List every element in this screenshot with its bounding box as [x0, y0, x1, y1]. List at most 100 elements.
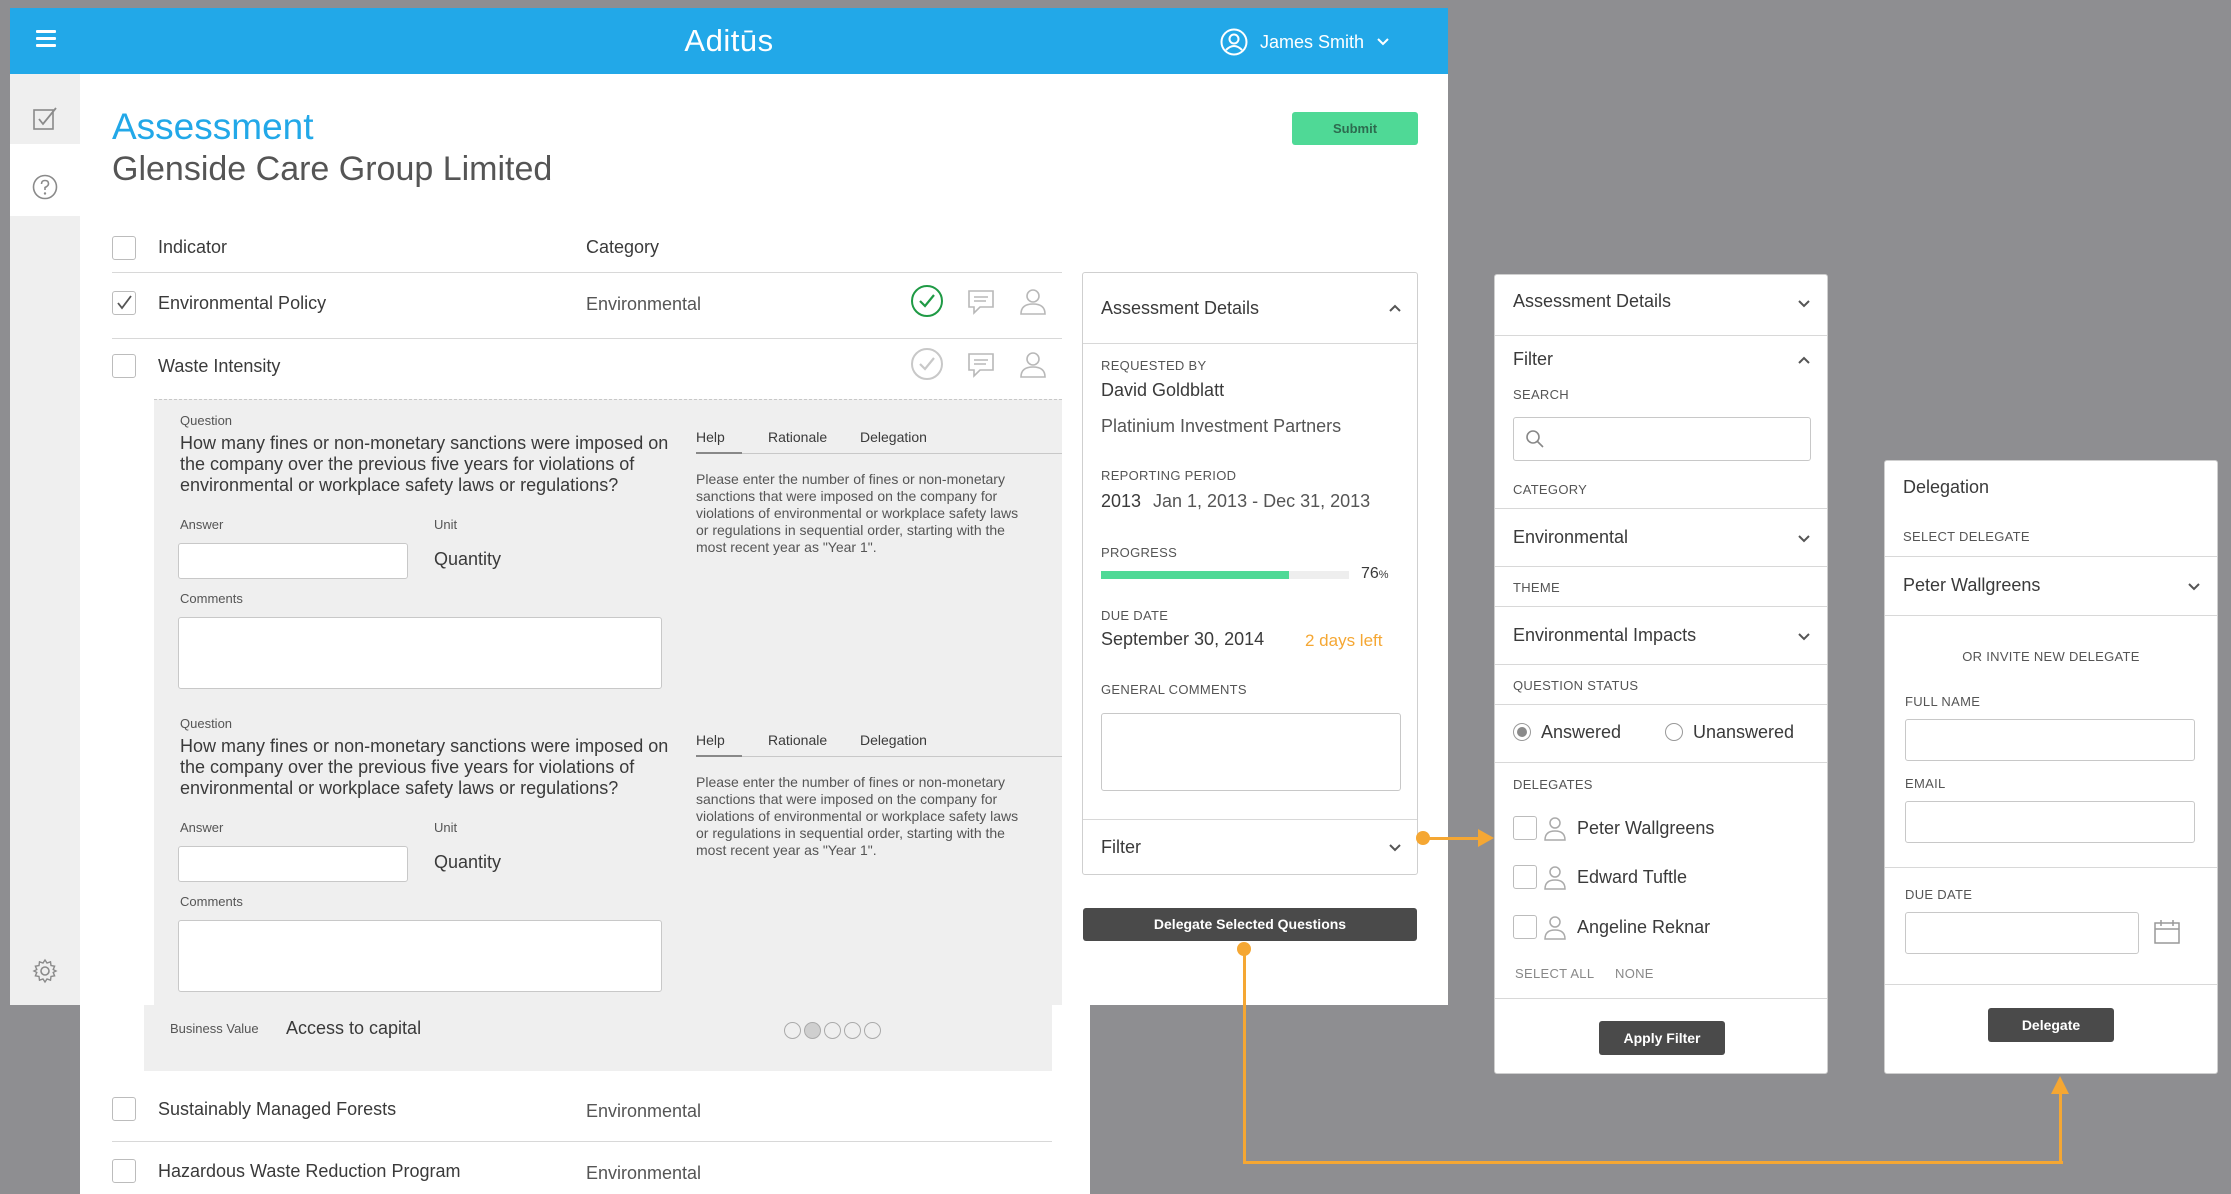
- chevron-down-icon[interactable]: [1797, 297, 1811, 311]
- question-text: How many fines or non-monetary sanctions…: [180, 433, 669, 495]
- indicator-name[interactable]: Environmental Policy: [158, 293, 326, 314]
- indicator-name[interactable]: Waste Intensity: [158, 356, 280, 377]
- rating-dot[interactable]: [784, 1022, 801, 1039]
- select-none-link[interactable]: NONE: [1615, 966, 1654, 981]
- answer-input[interactable]: [178, 846, 408, 882]
- rating-dot[interactable]: [824, 1022, 841, 1039]
- checkbox-task-icon[interactable]: [32, 106, 58, 132]
- indicator-name[interactable]: Hazardous Waste Reduction Program: [158, 1161, 460, 1182]
- delegate-checkbox[interactable]: [1513, 816, 1537, 840]
- search-icon: [1526, 430, 1544, 448]
- delegate-name: Peter Wallgreens: [1577, 818, 1715, 838]
- unit-value: Quantity: [434, 549, 502, 569]
- unit-value: Quantity: [434, 852, 502, 872]
- comments-textarea[interactable]: [178, 617, 662, 689]
- rating-dot[interactable]: [864, 1022, 881, 1039]
- search-input[interactable]: [1513, 417, 1811, 461]
- comments-textarea[interactable]: [178, 920, 662, 992]
- select-all-checkbox[interactable]: [112, 236, 136, 260]
- chevron-down-icon: [1377, 38, 1389, 46]
- chevron-up-icon[interactable]: [1388, 301, 1402, 315]
- tab-delegation[interactable]: Delegation: [860, 429, 927, 445]
- row-checkbox[interactable]: [112, 1097, 136, 1121]
- calendar-icon[interactable]: [2153, 919, 2181, 945]
- progress-fill: [1101, 571, 1290, 579]
- comment-icon[interactable]: [964, 347, 998, 381]
- question-list-continued: Business Value Access to capital Sustain…: [80, 1005, 1090, 1194]
- divider: [112, 272, 1062, 273]
- filter-title: Filter: [1513, 349, 1553, 369]
- full-name-input[interactable]: [1905, 719, 2195, 761]
- hamburger-menu-icon[interactable]: [36, 30, 56, 48]
- general-comments-textarea[interactable]: [1101, 713, 1401, 791]
- delegate-select[interactable]: Peter Wallgreens: [1903, 575, 2040, 596]
- unanswered-radio[interactable]: [1665, 723, 1683, 741]
- help-text: Please enter the number of fines or non-…: [696, 471, 1019, 555]
- help-icon[interactable]: [32, 174, 58, 200]
- question-label: Question: [180, 413, 233, 428]
- question-status-label: QUESTION STATUS: [1513, 678, 1639, 693]
- chevron-down-icon[interactable]: [1388, 841, 1402, 855]
- tab-rationale[interactable]: Rationale: [768, 732, 827, 748]
- assessment-details-card: Assessment Details REQUESTED BY David Go…: [1082, 272, 1418, 875]
- delegate-user-icon[interactable]: [1016, 284, 1050, 318]
- chevron-down-icon[interactable]: [1797, 630, 1811, 644]
- delegation-title: Delegation: [1903, 477, 1990, 497]
- answered-radio[interactable]: [1513, 723, 1531, 741]
- chevron-down-icon[interactable]: [2187, 580, 2201, 594]
- question-text: How many fines or non-monetary sanctions…: [180, 736, 669, 798]
- rating-dot[interactable]: [804, 1022, 821, 1039]
- question-panel: Question How many fines or non-monetary …: [154, 399, 1062, 1005]
- delegate-button[interactable]: Delegate: [1988, 1008, 2114, 1042]
- delegation-card: Delegation SELECT DELEGATE Peter Wallgre…: [1884, 460, 2218, 1074]
- comments-label: Comments: [180, 894, 243, 909]
- due-date-label: DUE DATE: [1101, 608, 1169, 623]
- tab-rationale[interactable]: Rationale: [768, 429, 827, 445]
- connector-line: [1423, 837, 1482, 840]
- filter-card: Assessment Details Filter SEARCH CATEGOR…: [1494, 274, 1828, 1074]
- apply-filter-button[interactable]: Apply Filter: [1599, 1021, 1725, 1055]
- delegate-user-icon[interactable]: [1016, 347, 1050, 381]
- user-menu[interactable]: James Smith: [1220, 28, 1402, 56]
- indicator-name[interactable]: Sustainably Managed Forests: [158, 1099, 396, 1120]
- tab-help[interactable]: Help: [696, 429, 725, 445]
- row-checkbox[interactable]: [112, 1159, 136, 1183]
- connector-line: [1243, 948, 1246, 1164]
- comments-label: Comments: [180, 591, 243, 606]
- requester-name: David Goldblatt: [1101, 380, 1225, 400]
- delegate-checkbox[interactable]: [1513, 865, 1537, 889]
- row-checkbox[interactable]: [112, 354, 136, 378]
- theme-select[interactable]: Environmental Impacts: [1513, 625, 1696, 646]
- due-date-value: September 30, 2014: [1101, 629, 1265, 649]
- select-all-link[interactable]: SELECT ALL: [1515, 966, 1594, 981]
- tab-delegation[interactable]: Delegation: [860, 732, 927, 748]
- category-select[interactable]: Environmental: [1513, 527, 1628, 548]
- submit-button[interactable]: Submit: [1292, 112, 1418, 145]
- user-name: James Smith: [1260, 31, 1365, 52]
- user-icon: [1544, 817, 1566, 841]
- filter-toggle[interactable]: Filter: [1101, 837, 1141, 858]
- delegate-name: Edward Tuftle: [1577, 867, 1688, 887]
- theme-label: THEME: [1513, 580, 1560, 595]
- category-column-header: Category: [586, 237, 660, 257]
- comment-icon[interactable]: [964, 284, 998, 318]
- chevron-up-icon[interactable]: [1797, 353, 1811, 367]
- row-checkbox-checked[interactable]: [112, 291, 136, 315]
- business-value-label: Business Value: [170, 1021, 259, 1036]
- delegate-checkbox[interactable]: [1513, 915, 1537, 939]
- user-icon: [1544, 866, 1566, 890]
- answer-input[interactable]: [178, 543, 408, 579]
- email-input[interactable]: [1905, 801, 2195, 843]
- due-date-input[interactable]: [1905, 912, 2139, 954]
- delegate-selected-button[interactable]: Delegate Selected Questions: [1083, 908, 1417, 941]
- card-title: Assessment Details: [1101, 298, 1260, 318]
- rating-dot[interactable]: [844, 1022, 861, 1039]
- top-bar: Aditūs James Smith: [10, 8, 1448, 74]
- assessment-details-toggle[interactable]: Assessment Details: [1513, 291, 1671, 312]
- email-label: EMAIL: [1905, 776, 1946, 791]
- gear-icon[interactable]: [32, 958, 58, 984]
- chevron-down-icon[interactable]: [1797, 532, 1811, 546]
- days-left: 2 days left: [1305, 631, 1383, 650]
- tab-help[interactable]: Help: [696, 732, 725, 748]
- progress-value: 76%: [1361, 565, 1389, 582]
